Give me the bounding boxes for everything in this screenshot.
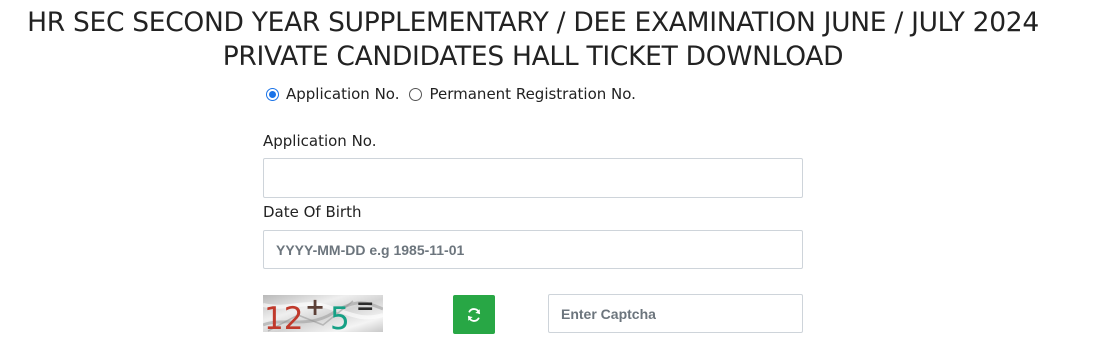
refresh-captcha-button[interactable] [453,295,495,334]
page-title: HR SEC SECOND YEAR SUPPLEMENTARY / DEE E… [0,6,1066,74]
captcha-equals: = [356,295,374,319]
radio-application-no[interactable] [266,87,279,101]
radio-permanent-registration-no[interactable] [409,87,423,101]
captcha-image: 12 + 5 = [263,295,383,332]
radio-application-no-label[interactable]: Application No. [286,85,399,103]
page-title-line-2: PRIVATE CANDIDATES HALL TICKET DOWNLOAD [222,41,844,72]
captcha-operator: + [305,295,325,321]
application-no-input[interactable] [263,158,803,198]
page-title-line-1: HR SEC SECOND YEAR SUPPLEMENTARY / DEE E… [27,7,1039,38]
captcha-num2: 5 [330,301,350,332]
application-no-label: Application No. [263,132,377,150]
refresh-icon [466,307,482,323]
search-type-radio-group: Application No. Permanent Registration N… [266,84,646,104]
dob-input[interactable] [263,230,803,269]
captcha-num1: 12 [264,301,303,332]
radio-permanent-registration-no-label[interactable]: Permanent Registration No. [429,85,635,103]
dob-label: Date Of Birth [263,203,362,221]
captcha-input[interactable] [548,294,803,333]
